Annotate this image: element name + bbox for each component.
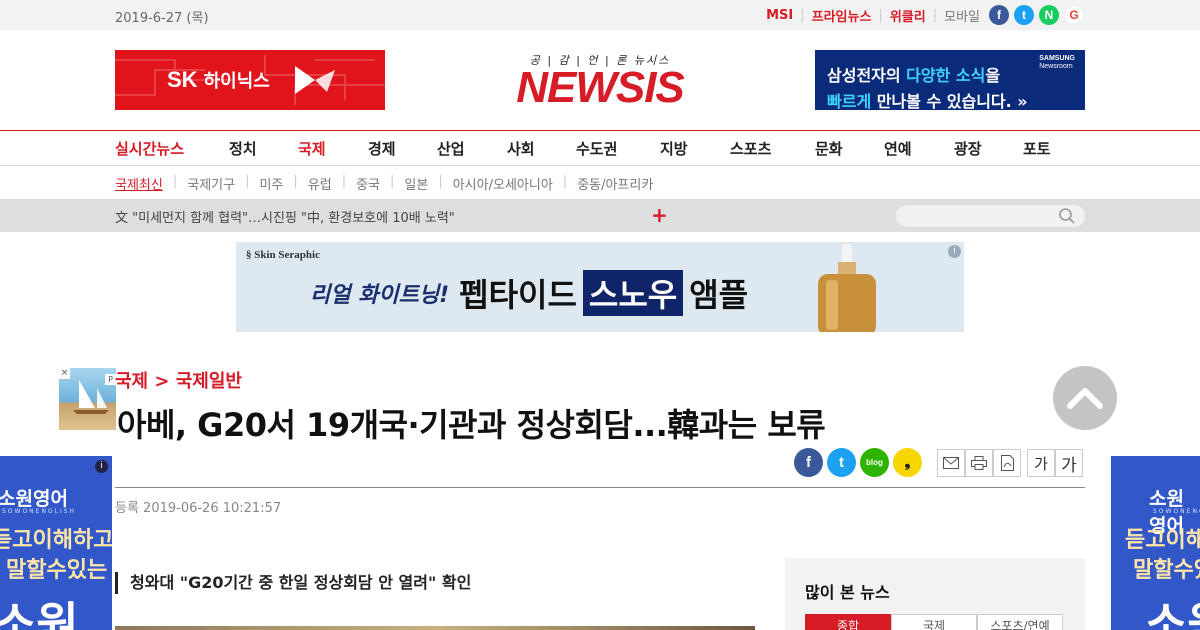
naver-icon[interactable]: N [1039,5,1059,25]
subnav-americas[interactable]: 미주 [259,174,283,193]
article-category[interactable]: 국제 > 국제일반 [115,367,242,393]
nav-industry[interactable]: 산업 [437,138,465,159]
popular-news-panel: 많이 본 뉴스 종합 국제 스포츠/연예 [785,558,1085,630]
email-icon[interactable] [937,449,965,477]
ticker-headline[interactable]: 文 "미세먼지 함께 협력"…시진핑 "中, 환경보호에 10배 노력" [115,207,455,226]
nav-realtime-news[interactable]: 실시간뉴스 [115,138,184,159]
subnav-middle-east-africa[interactable]: 중동/아프리카 [577,174,653,193]
print-icon[interactable] [965,449,993,477]
page: 2019-6-27 (목) MSI | 프라임뉴스 | 위클리 | 모바일 f … [0,0,1200,630]
newsis-logo[interactable]: 공 | 감 | 언 | 론 뉴시스 NEWSIS [490,52,710,112]
nav-politics[interactable]: 정치 [229,138,257,159]
registered-date: 등록 2019-06-26 10:21:57 [115,501,282,516]
circuit-pattern-icon [115,55,385,105]
tab-sports-entertainment[interactable]: 스포츠/연예 [977,614,1063,630]
article-subheadline: 청와대 "G20기간 중 한일 정상회담 안 열려" 확인 [115,572,471,594]
search-input[interactable] [896,205,1085,227]
top-links: MSI | 프라임뉴스 | 위클리 | 모바일 f t N G [766,4,1084,26]
divider: | [932,7,938,23]
close-icon[interactable]: × [59,368,70,379]
subnav-china[interactable]: 중국 [356,174,380,193]
samsung-newsroom-banner[interactable]: 삼성전자의 다양한 소식을 빠르게 만나볼 수 있습니다. » SAMSUNG N… [815,50,1085,111]
weekly-link[interactable]: 위클리 [890,6,926,25]
nav-plaza[interactable]: 광장 [954,138,982,159]
nav-entertainment[interactable]: 연예 [884,138,912,159]
nav-international[interactable]: 국제 [298,138,326,159]
nav-regional[interactable]: 지방 [660,138,688,159]
nav-sports[interactable]: 스포츠 [730,138,771,159]
ad-info-icon[interactable]: i [95,460,108,473]
article-photo [115,626,755,630]
kakao-share-icon[interactable]: ❟ [893,448,922,477]
skin-seraphic-ad[interactable]: § Skin Seraphic 리얼 화이트닝! 펩타이드 스노우 앰플 i [236,242,964,332]
article-headline: 아베, G20서 19개국·기관과 정상회담...韓과는 보류 [117,406,826,444]
twitter-share-icon[interactable]: t [827,448,856,477]
tab-overall[interactable]: 종합 [805,614,891,630]
facebook-icon[interactable]: f [989,5,1009,25]
top-bar: 2019-6-27 (목) MSI | 프라임뉴스 | 위클리 | 모바일 f … [0,0,1200,30]
happiness-wing-icon [295,66,335,94]
nav-capital-area[interactable]: 수도권 [576,138,617,159]
sowon-english-ad-left[interactable]: 소원영어 SOWONENGLISH 듣고이해하고 말할수있는 소원 i [0,456,112,630]
logo-wordmark: NEWSIS [516,63,685,112]
search-icon[interactable] [1058,207,1076,225]
floating-ad-thumbnail[interactable]: × P [59,368,116,430]
nav-culture[interactable]: 문화 [815,138,843,159]
ad-copy: 리얼 화이트닝! 펩타이드 스노우 앰플 [310,270,748,316]
divider [115,487,1085,488]
font-decrease-button[interactable]: 가 [1027,449,1055,477]
divider: | [878,7,883,23]
sowon-english-ad-right[interactable]: 소원영어 SOWONENGLISH 듣고이해하고 말할수있는 소원 [1111,456,1200,630]
ampoule-bottle-icon [818,244,876,332]
google-icon[interactable]: G [1064,5,1084,25]
divider: | [800,7,805,23]
tab-international[interactable]: 국제 [891,614,977,630]
current-date: 2019-6-27 (목) [115,11,209,26]
sk-hynix-banner[interactable]: SK 하이닉스 [115,50,385,110]
sub-nav: 국제최신 | 국제기구 | 미주 | 유럽 | 중국 | 일본 | 아시아/오세아니아 | 중… [115,174,654,193]
popular-news-title: 많이 본 뉴스 [805,583,890,602]
blog-share-icon[interactable]: blog [860,448,889,477]
ad-info-icon[interactable]: i [948,245,961,258]
mobile-link[interactable]: 모바일 [944,6,980,25]
subnav-international-latest[interactable]: 국제최신 [115,174,163,193]
ticker-more-button[interactable]: + [651,203,668,227]
prime-news-link[interactable]: 프라임뉴스 [812,6,872,25]
scroll-to-top-button[interactable] [1053,366,1117,430]
font-increase-button[interactable]: 가 [1055,449,1083,477]
nav-society[interactable]: 사회 [507,138,535,159]
banner-line-2: 빠르게 만나볼 수 있습니다. » [827,92,1028,111]
main-nav: 실시간뉴스 정치 국제 경제 산업 사회 수도권 지방 스포츠 문화 연예 광장… [0,130,1200,166]
nav-photo[interactable]: 포토 [1023,138,1051,159]
subnav-japan[interactable]: 일본 [404,174,428,193]
ad-brand: § Skin Seraphic [246,249,320,261]
subnav-asia-oceania[interactable]: 아시아/오세아니아 [453,174,553,193]
twitter-icon[interactable]: t [1014,5,1034,25]
pdf-icon[interactable] [993,449,1021,477]
subnav-europe[interactable]: 유럽 [308,174,332,193]
nav-economy[interactable]: 경제 [368,138,396,159]
samsung-newsroom-badge: SAMSUNG Newsroom [1039,55,1075,70]
facebook-share-icon[interactable]: f [794,448,823,477]
msi-link[interactable]: MSI [766,8,793,23]
subnav-international-orgs[interactable]: 국제기구 [187,174,235,193]
chevron-up-icon [1067,388,1103,409]
